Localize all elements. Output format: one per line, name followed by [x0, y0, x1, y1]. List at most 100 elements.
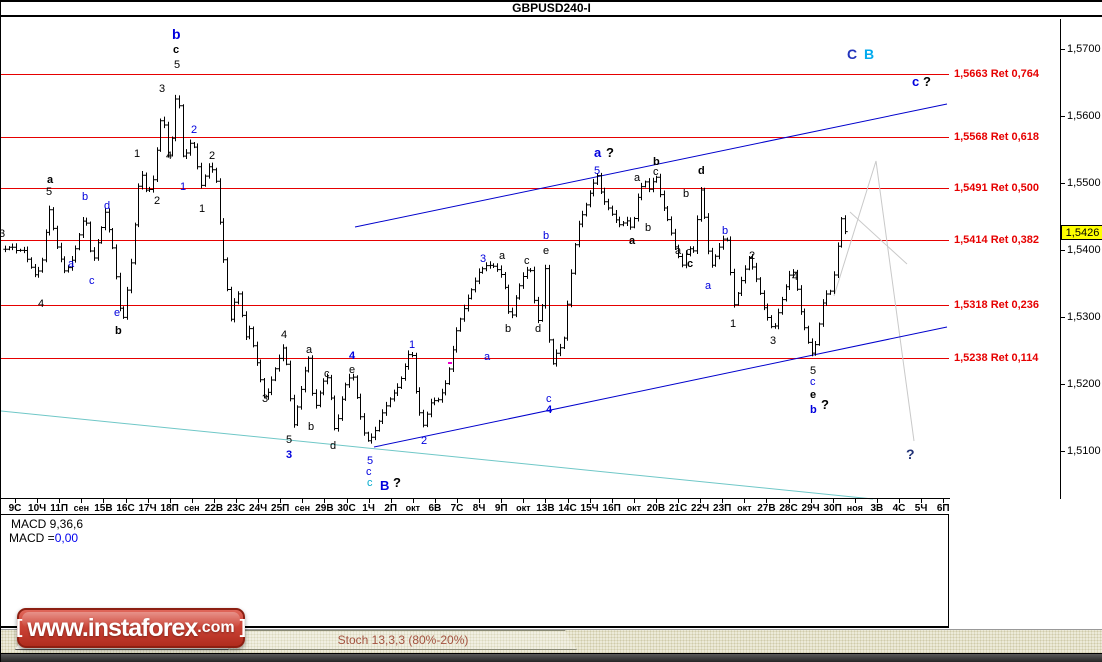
wave-label: В	[864, 46, 875, 62]
wave-label: c	[367, 477, 373, 489]
time-axis-label: 17Ч	[138, 503, 157, 514]
price-axis-line	[1060, 19, 1061, 499]
wave-label: a	[306, 344, 313, 356]
price-axis-tick	[1060, 49, 1065, 50]
wave-label: 5	[594, 165, 601, 177]
wave-label: b	[172, 26, 181, 42]
cyan-trendline	[1, 410, 874, 500]
wave-label: c	[687, 258, 694, 270]
wave-label: c	[686, 246, 692, 258]
time-axis-label: 25П	[271, 503, 290, 514]
wave-label: 5	[46, 186, 53, 198]
wave-label: 4	[349, 350, 356, 362]
wave-label: 2	[209, 150, 216, 162]
time-axis-label: 8Ч	[472, 503, 486, 514]
time-axis-label: 13В	[536, 503, 555, 514]
wave-label: 1	[180, 181, 187, 193]
tab-stoch-label: Stoch 13,3,3 (80%-20%)	[337, 633, 469, 647]
wave-label: 4	[281, 329, 288, 341]
time-axis-label: 9П	[494, 503, 508, 514]
time-axis-label: 10Ч	[28, 503, 47, 514]
price-axis-label: 1,5300	[1067, 311, 1101, 323]
gray-projection-zigzag	[833, 160, 915, 442]
wave-label: ?	[906, 446, 915, 462]
time-axis-label: 30С	[337, 503, 356, 514]
wave-label: e	[114, 307, 121, 319]
wave-label: d	[104, 200, 111, 212]
macd-value-label: MACD =0,00	[9, 531, 78, 545]
wave-label: c	[173, 44, 180, 56]
wave-label: d	[330, 440, 337, 452]
price-axis-label: 1,5200	[1067, 378, 1101, 390]
time-axis-label: 23П	[713, 503, 732, 514]
wave-label: ?	[821, 397, 829, 412]
wave-label: d	[535, 323, 542, 335]
time-axis-label: 15Ч	[580, 503, 599, 514]
wave-label: c	[89, 275, 95, 287]
current-price-value: 1,5426	[1065, 226, 1100, 239]
wave-label: 5	[174, 59, 181, 71]
wave-label: d	[698, 165, 705, 177]
wave-label: b	[308, 421, 315, 433]
time-axis-label: 14С	[558, 503, 577, 514]
wave-label: c	[324, 368, 330, 380]
wave-label: 2	[154, 195, 161, 207]
wave-label: b	[722, 225, 729, 237]
wave-label: 3	[770, 335, 777, 347]
wave-label: 3	[480, 253, 487, 265]
time-axis-label: 6В	[428, 503, 442, 514]
wave-label: c	[912, 74, 920, 89]
time-axis-line	[1, 498, 950, 499]
wave-label: 1	[409, 339, 416, 351]
wave-label: c	[524, 255, 530, 267]
time-axis-label: 4С	[892, 503, 906, 514]
price-axis-label: 1,5400	[1067, 244, 1101, 256]
wave-label: 5	[286, 434, 293, 446]
time-axis-label: 24Ч	[249, 503, 268, 514]
wave-label: 3	[286, 449, 293, 461]
time-axis-label: 1Ч	[362, 503, 375, 514]
time-axis-label: 28С	[779, 503, 798, 514]
time-axis-label: окт	[626, 503, 642, 513]
wave-label: b	[645, 222, 652, 234]
time-axis-label: 3В	[870, 503, 884, 514]
instaforex-logo[interactable]: [ www.instaforex .com ]	[16, 608, 246, 648]
wave-label: a	[47, 174, 54, 186]
wave-label: b	[115, 325, 122, 337]
wave-label: 2	[421, 435, 428, 447]
price-axis-tick	[1060, 116, 1065, 117]
price-axis-label: 1,5600	[1067, 110, 1101, 122]
wave-label: a	[594, 145, 602, 160]
wave-label: 4	[792, 271, 799, 283]
price-axis-label: 1,5500	[1067, 177, 1101, 189]
logo-bracket-right: ]	[239, 617, 246, 638]
logo-domain-text: www.instaforex	[27, 613, 198, 642]
wave-label: 3	[262, 393, 269, 405]
wave-label: С	[847, 46, 858, 62]
time-axis-label: 15В	[94, 503, 113, 514]
upper-channel-trendline	[354, 103, 948, 228]
logo-bracket-left: [	[16, 617, 23, 638]
tab-stoch[interactable]: Stoch 13,3,3 (80%-20%)	[229, 630, 577, 650]
macd-indicator-label: MACD 9,36,6	[11, 517, 84, 531]
time-axis-label: 18П	[160, 503, 179, 514]
time-axis-label: окт	[405, 503, 421, 513]
price-axis-tick	[1060, 183, 1065, 184]
wave-label: a	[705, 280, 712, 292]
time-axis-label: 11П	[50, 503, 69, 514]
wave-label: a	[629, 235, 636, 247]
logo-tld-text: .com	[197, 619, 235, 636]
time-axis-label: 5Ч	[914, 503, 928, 514]
macd-value-prefix: MACD =	[9, 531, 55, 545]
wave-label: 4	[166, 150, 173, 162]
time-axis-label: 22В	[204, 503, 224, 514]
wave-label: b	[810, 404, 817, 416]
price-axis-tick	[1060, 384, 1065, 385]
wave-label: a	[484, 351, 491, 363]
time-axis-label: ноя	[846, 503, 863, 513]
wave-label: 2	[191, 124, 198, 136]
time-axis-label: 29В	[315, 503, 334, 514]
price-axis-label: 1,5700	[1067, 43, 1101, 55]
time-axis-label: сен	[73, 503, 90, 513]
time-axis-label: 22Ч	[691, 503, 710, 514]
